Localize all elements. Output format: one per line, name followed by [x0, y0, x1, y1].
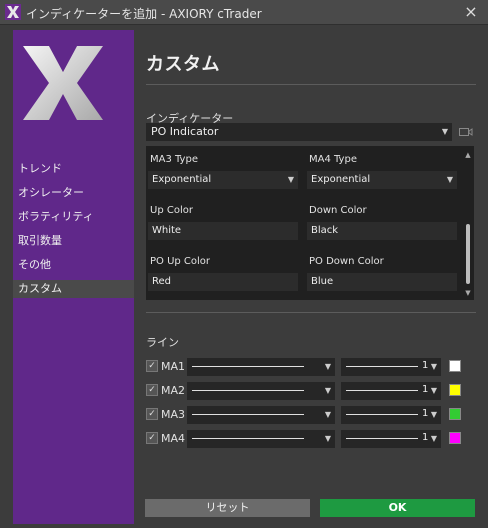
- line-width-icon: [346, 366, 418, 367]
- ma3-line-width-select[interactable]: 1 ▼: [341, 406, 441, 424]
- ma4-line-width-select[interactable]: 1 ▼: [341, 430, 441, 448]
- scroll-down-icon[interactable]: ▼: [464, 288, 472, 298]
- line-style-icon: [192, 414, 304, 415]
- ma4-label: MA4: [161, 432, 186, 445]
- po-down-color-label: PO Down Color: [309, 256, 384, 267]
- ma4-color-swatch[interactable]: [449, 432, 461, 444]
- ma1-label: MA1: [161, 360, 186, 373]
- check-icon: ✓: [148, 409, 156, 419]
- window-title: インディケーターを追加 - AXIORY cTrader: [26, 7, 262, 21]
- chevron-down-icon: ▼: [430, 410, 437, 419]
- camera-button[interactable]: [456, 123, 476, 141]
- down-color-field[interactable]: Black: [307, 222, 457, 240]
- chevron-down-icon: ▼: [324, 434, 331, 443]
- sidebar-item-oscillator[interactable]: オシレーター: [13, 184, 134, 202]
- ma2-line-width-select[interactable]: 1 ▼: [341, 382, 441, 400]
- axiory-logo: [23, 46, 103, 120]
- line-row-ma2: ✓ MA2 ▼ 1 ▼: [146, 382, 476, 400]
- sidebar-item-other[interactable]: その他: [13, 256, 134, 274]
- chevron-down-icon: ▼: [324, 410, 331, 419]
- close-icon: ×: [464, 2, 478, 21]
- line-row-ma1: ✓ MA1 ▼ 1 ▼: [146, 358, 476, 376]
- ma4-line-style-select[interactable]: ▼: [187, 430, 335, 448]
- chevron-down-icon: ▼: [324, 386, 331, 395]
- line-style-icon: [192, 366, 304, 367]
- down-color-label: Down Color: [309, 205, 367, 216]
- ma3-color-swatch[interactable]: [449, 408, 461, 420]
- up-color-field[interactable]: White: [148, 222, 298, 240]
- up-color-label: Up Color: [150, 205, 193, 216]
- chevron-down-icon: ▼: [287, 175, 294, 184]
- line-style-icon: [192, 390, 304, 391]
- chevron-down-icon: ▼: [441, 127, 448, 136]
- line-width-icon: [346, 390, 418, 391]
- po-up-color-field[interactable]: Red: [148, 273, 298, 291]
- ma3-type-label: MA3 Type: [150, 154, 198, 165]
- chevron-down-icon: ▼: [446, 175, 453, 184]
- po-up-color-label: PO Up Color: [150, 256, 211, 267]
- chevron-down-icon: ▼: [430, 362, 437, 371]
- check-icon: ✓: [148, 385, 156, 395]
- scroll-up-icon[interactable]: ▲: [464, 150, 472, 160]
- ok-button[interactable]: OK: [320, 499, 475, 517]
- chevron-down-icon: ▼: [430, 434, 437, 443]
- line-row-ma3: ✓ MA3 ▼ 1 ▼: [146, 406, 476, 424]
- line-row-ma4: ✓ MA4 ▼ 1 ▼: [146, 430, 476, 448]
- sidebar-item-volatility[interactable]: ボラティリティ: [13, 208, 134, 226]
- ma4-type-select[interactable]: Exponential ▼: [307, 171, 457, 189]
- scroll-thumb[interactable]: [466, 224, 470, 284]
- ma3-type-select[interactable]: Exponential ▼: [148, 171, 298, 189]
- category-sidebar: トレンド オシレーター ボラティリティ 取引数量 その他 カスタム: [13, 30, 134, 524]
- indicator-select[interactable]: PO Indicator ▼: [146, 123, 452, 141]
- ma3-line-style-select[interactable]: ▼: [187, 406, 335, 424]
- po-down-color-field[interactable]: Blue: [307, 273, 457, 291]
- ma2-checkbox[interactable]: ✓: [146, 384, 158, 396]
- check-icon: ✓: [148, 361, 156, 371]
- ma1-checkbox[interactable]: ✓: [146, 360, 158, 372]
- ma1-line-style-select[interactable]: ▼: [187, 358, 335, 376]
- ma3-label: MA3: [161, 408, 186, 421]
- line-width-icon: [346, 438, 418, 439]
- ma1-line-width-select[interactable]: 1 ▼: [341, 358, 441, 376]
- sidebar-item-trend[interactable]: トレンド: [13, 160, 134, 178]
- reset-button[interactable]: リセット: [145, 499, 310, 517]
- chevron-down-icon: ▼: [324, 362, 331, 371]
- parameters-panel: MA3 Type Exponential ▼ MA4 Type Exponent…: [146, 146, 474, 300]
- divider: [146, 84, 476, 85]
- camera-icon: [459, 128, 473, 136]
- line-style-icon: [192, 438, 304, 439]
- ma3-checkbox[interactable]: ✓: [146, 408, 158, 420]
- page-title: カスタム: [146, 54, 220, 75]
- lines-label: ライン: [146, 336, 179, 349]
- app-logo-icon: [5, 4, 21, 20]
- chevron-down-icon: ▼: [430, 386, 437, 395]
- ma1-color-swatch[interactable]: [449, 360, 461, 372]
- line-width-icon: [346, 414, 418, 415]
- title-bar: インディケーターを追加 - AXIORY cTrader ×: [0, 0, 488, 25]
- check-icon: ✓: [148, 433, 156, 443]
- main-content: カスタム インディケーター PO Indicator ▼ MA3 Type Ex…: [134, 30, 488, 528]
- ma2-line-style-select[interactable]: ▼: [187, 382, 335, 400]
- sidebar-item-volume[interactable]: 取引数量: [13, 232, 134, 250]
- panel-scrollbar[interactable]: ▲ ▼: [464, 148, 472, 298]
- close-button[interactable]: ×: [462, 3, 480, 21]
- sidebar-item-custom[interactable]: カスタム: [13, 280, 134, 298]
- divider: [146, 312, 476, 313]
- ma4-checkbox[interactable]: ✓: [146, 432, 158, 444]
- ma4-type-label: MA4 Type: [309, 154, 357, 165]
- ma2-color-swatch[interactable]: [449, 384, 461, 396]
- ma2-label: MA2: [161, 384, 186, 397]
